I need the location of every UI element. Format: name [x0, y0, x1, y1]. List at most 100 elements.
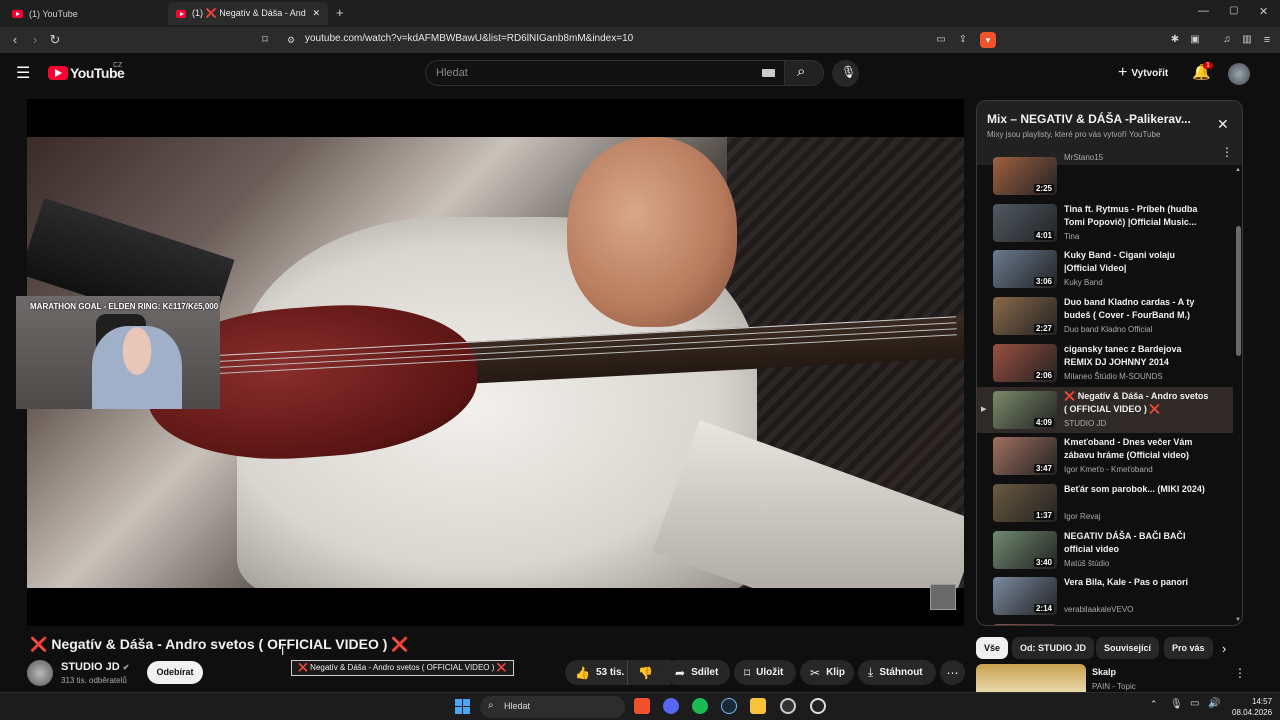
taskbar-search-input[interactable]: ⌕ Hledat — [480, 696, 625, 718]
channel-watermark-icon[interactable] — [930, 584, 956, 610]
search-input[interactable]: Hledat — [425, 60, 785, 86]
brave-browser-icon[interactable] — [634, 698, 650, 714]
playlist-item-author: Duo band Kladno Official — [1064, 325, 1153, 335]
playlist-item-title[interactable]: Duo band Kladno cardas - A ty budeš ( Co… — [1064, 296, 1209, 322]
new-tab-icon[interactable]: + — [336, 5, 344, 20]
scroll-down-icon[interactable]: ▼ — [1235, 617, 1241, 623]
back-icon[interactable]: ‹ — [6, 31, 24, 49]
playlist-item[interactable]: kajkos newSlavo1051 — [977, 620, 1233, 625]
steam-icon[interactable] — [721, 698, 737, 714]
share-button[interactable]: ➦ Sdílet — [665, 660, 730, 685]
recommendation-thumbnail[interactable] — [976, 664, 1086, 692]
playlist-item-title[interactable]: kajkos new — [1064, 623, 1209, 625]
site-info-icon[interactable]: ⚙ — [282, 31, 300, 49]
playlist-item-thumbnail[interactable]: 2:27 — [993, 297, 1057, 336]
filter-chip[interactable]: Související — [1096, 637, 1160, 659]
playlist-item-thumbnail[interactable]: 2:14 — [993, 577, 1057, 616]
volume-icon[interactable]: 🔊 — [1208, 698, 1220, 709]
brave-shield-icon[interactable]: ▾ — [980, 32, 996, 48]
menu-icon[interactable]: ≡ — [1258, 31, 1276, 49]
scrollbar-thumb[interactable] — [1236, 226, 1241, 356]
app-icon[interactable] — [810, 698, 826, 714]
playlist-item-thumbnail[interactable] — [993, 624, 1057, 625]
subscribe-button[interactable]: Odebírat — [147, 661, 203, 684]
windows-start-icon[interactable] — [455, 699, 470, 714]
recommendation-author[interactable]: PAIN - Topic — [1092, 682, 1136, 691]
more-vertical-icon[interactable]: ⋮ — [1234, 666, 1246, 680]
hamburger-menu-icon[interactable]: ☰ — [16, 63, 30, 83]
channel-name[interactable]: STUDIO JD ✔ — [61, 661, 129, 673]
reload-icon[interactable]: ↻ — [46, 31, 64, 49]
scroll-up-icon[interactable]: ▲ — [1235, 167, 1241, 173]
playlist-item-thumbnail[interactable]: 3:40 — [993, 530, 1057, 569]
playlist-item-title[interactable]: cigansky tanec z Bardejova REMIX DJ JOHN… — [1064, 343, 1209, 369]
playlist-item-thumbnail[interactable]: 2:06 — [993, 343, 1057, 382]
playlist-item[interactable]: 3:06 Kuky Band - Cigani volaju |Official … — [977, 246, 1233, 292]
youtube-logo-icon[interactable] — [48, 66, 68, 80]
search-button[interactable]: ⌕ — [784, 60, 824, 86]
playlist-item[interactable]: 4:01 Tina ft. Rytmus - Príbeh (hudba Tomi… — [977, 200, 1233, 246]
filter-chip[interactable]: Pro vás — [1164, 637, 1213, 659]
channel-avatar[interactable] — [27, 660, 53, 686]
spotify-icon[interactable] — [692, 698, 708, 714]
playlist-item-thumbnail[interactable]: 1:37 — [993, 483, 1057, 522]
media-icon[interactable]: ♫ — [1218, 31, 1236, 49]
close-window-icon[interactable]: ✕ — [1259, 5, 1268, 18]
playlist-item[interactable]: 3:40 NEGATIV DÁŠA - BAČI BAČI official vi… — [977, 527, 1233, 573]
playlist-item[interactable]: 3:47 Kmeťoband - Dnes večer Vám zábavu hr… — [977, 433, 1233, 479]
tab-current-video[interactable]: (1) ❌ Negatív & Dáša - Andr… ✕ — [168, 2, 328, 25]
account-avatar[interactable] — [1228, 63, 1250, 85]
playlist-item-thumbnail[interactable]: 2:25 — [993, 157, 1057, 195]
voice-search-button[interactable]: 🎙 — [832, 60, 859, 87]
keyboard-icon[interactable] — [762, 69, 775, 77]
playlist-item-title[interactable]: NEGATIV DÁŠA - BAČI BAČI official video — [1064, 530, 1209, 556]
network-icon[interactable]: ▭ — [1190, 698, 1199, 709]
filter-chip[interactable]: Od: STUDIO JD — [1012, 637, 1095, 659]
sidebar-icon[interactable]: ▥ — [1238, 31, 1256, 49]
playlist-item[interactable]: 2:06 cigansky tanec z Bardejova REMIX DJ … — [977, 340, 1233, 386]
playlist-item-thumbnail[interactable]: 4:01 — [993, 203, 1057, 242]
system-clock[interactable]: 14:57 08.04.2026 — [1232, 696, 1272, 718]
playlist-item[interactable]: ▶ 4:09 ❌ Negatív & Dáša - Andro svetos ( O… — [977, 386, 1233, 433]
playlist-item-title[interactable]: Kuky Band - Cigani volaju |Official Vide… — [1064, 249, 1209, 275]
url-field[interactable]: youtube.com/watch?v=kdAFMBWBawU&list=RD6… — [305, 33, 633, 44]
bookmark-icon[interactable]: ⌑ — [256, 31, 274, 49]
recommendation-title[interactable]: Skalp — [1092, 667, 1116, 677]
playlist-item-title[interactable]: Kmeťoband - Dnes večer Vám zábavu hráme … — [1064, 436, 1209, 462]
wallet-icon[interactable]: ▣ — [1186, 31, 1204, 49]
save-button[interactable]: ⌑ Uložit — [734, 660, 796, 685]
playlist-item[interactable]: 1:37 Beťár som parobok... (MIKI 2024) Igor… — [977, 480, 1233, 526]
discord-icon[interactable] — [663, 698, 679, 714]
forward-icon[interactable]: › — [26, 31, 44, 49]
dislike-button[interactable]: 👎 — [627, 660, 661, 685]
close-tab-icon[interactable]: ✕ — [312, 8, 320, 19]
playlist-item-thumbnail[interactable]: 3:06 — [993, 250, 1057, 289]
maximize-icon[interactable]: ▢ — [1229, 5, 1238, 16]
tab-youtube[interactable]: (1) YouTube — [4, 2, 164, 25]
chevron-up-icon[interactable]: ⌃ — [1150, 699, 1158, 710]
cast-icon[interactable]: ▭ — [932, 31, 950, 49]
extensions-icon[interactable]: ✱ — [1166, 31, 1184, 49]
close-icon[interactable]: ✕ — [1217, 116, 1229, 133]
minimize-icon[interactable]: — — [1198, 5, 1209, 17]
playlist-title[interactable]: Mix – NEGATIV & DÁŠA -Palikerav... — [987, 112, 1191, 126]
playlist-item[interactable]: 2:27 Duo band Kladno cardas - A ty budeš … — [977, 293, 1233, 339]
playlist-item-thumbnail[interactable]: 4:09 — [993, 390, 1057, 429]
playlist-item[interactable]: 2:25 MrStano15 — [977, 153, 1233, 199]
more-actions-button[interactable]: ⋯ — [940, 660, 965, 685]
playlist-item-title[interactable]: Beťár som parobok... (MIKI 2024) — [1064, 483, 1209, 496]
settings-gear-icon[interactable] — [780, 698, 796, 714]
microphone-icon[interactable]: 🎙 — [1170, 699, 1183, 710]
chevron-right-icon[interactable]: › — [1222, 641, 1226, 656]
share-page-icon[interactable]: ⇪ — [954, 31, 972, 49]
file-explorer-icon[interactable] — [750, 698, 766, 714]
clip-button[interactable]: ✂ Klip — [800, 660, 854, 685]
playlist-item-title[interactable]: Tina ft. Rytmus - Príbeh (hudba Tomi Pop… — [1064, 203, 1209, 229]
playlist-item-thumbnail[interactable]: 3:47 — [993, 437, 1057, 476]
create-button[interactable]: + Vytvořit — [1118, 64, 1168, 82]
download-button[interactable]: ⤓ Stáhnout — [858, 660, 936, 685]
playlist-item-title[interactable]: Vera Bila, Kale - Pas o panori — [1064, 576, 1209, 589]
playlist-item-title[interactable]: ❌ Negatív & Dáša - Andro svetos ( OFFICI… — [1064, 390, 1209, 416]
filter-chip[interactable]: Vše — [976, 637, 1009, 659]
playlist-item[interactable]: 2:14 Vera Bila, Kale - Pas o panori verabi… — [977, 573, 1233, 619]
